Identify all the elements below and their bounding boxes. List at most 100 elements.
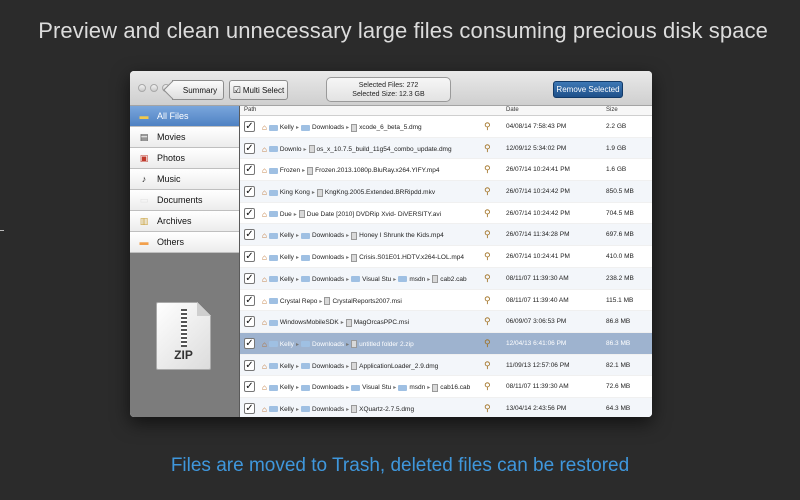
folder-icon [351, 384, 361, 391]
reveal-magnifier-icon[interactable]: ⚲ [484, 403, 491, 414]
row-checkbox[interactable]: ✓ [244, 272, 255, 284]
path-segment: Downloads [300, 232, 344, 239]
row-checkbox[interactable]: ✓ [244, 121, 255, 132]
table-row[interactable]: ✓ ⌂ Due ▸ Due Date [2010] DVDRip Xvid- DiVER… [240, 203, 652, 225]
segment-label: Downloads [311, 124, 345, 131]
reveal-magnifier-icon[interactable]: ⚲ [484, 295, 491, 306]
segment-label: MagOrcasPPC.msi [353, 319, 410, 327]
path-segment: Downloads [300, 384, 344, 391]
home-icon: ⌂ [262, 188, 267, 198]
sidebar-item-all-files[interactable]: ▬ All Files [130, 106, 239, 127]
file-icon [351, 231, 358, 240]
summary-button[interactable]: Summary [172, 80, 224, 100]
folder-icon [268, 276, 278, 283]
row-checkbox[interactable]: ✓ [244, 207, 255, 219]
reveal-magnifier-icon[interactable]: ⚲ [484, 121, 491, 132]
segment-label: Kelly [279, 340, 294, 348]
table-row[interactable]: ✓ ⌂ Kelly ▸ Downloads ▸ Honey I Shrunk the Kid… [240, 224, 652, 247]
home-icon: ⌂ [262, 339, 267, 349]
row-checkbox[interactable]: ✓ [244, 164, 255, 176]
row-date: 12/09/12 5:34:02 PM [506, 144, 567, 152]
row-checkbox[interactable]: ✓ [244, 294, 255, 306]
path-separator-icon: ▸ [311, 190, 315, 197]
reveal-magnifier-icon[interactable]: ⚲ [484, 360, 491, 371]
folder-icon: ▬ [139, 111, 149, 121]
row-checkbox[interactable]: ✓ [244, 381, 255, 393]
row-size: 86.8 MB [606, 318, 631, 326]
path-segment: Kelly [268, 232, 294, 239]
table-row[interactable]: ✓ ⌂ Kelly ▸ Downloads ▸ Crisis.S01E01.HDTV.x26… [240, 246, 652, 268]
path-separator-icon: ▸ [340, 320, 344, 327]
remove-selected-button[interactable]: Remove Selected [553, 81, 623, 98]
reveal-magnifier-icon[interactable]: ⚲ [484, 164, 491, 175]
sidebar-item-archives[interactable]: ▥ Archives [130, 211, 239, 232]
column-date[interactable]: Date [506, 107, 519, 113]
row-checkbox[interactable]: ✓ [244, 359, 255, 371]
document-icon: ▭ [139, 194, 149, 205]
file-icon [324, 297, 331, 305]
reveal-magnifier-icon[interactable]: ⚲ [484, 251, 491, 262]
headline: Preview and clean unnecessary large file… [38, 18, 768, 43]
sidebar-item-others[interactable]: ▬ Others [130, 232, 239, 253]
file-icon [307, 166, 314, 175]
sidebar-item-documents[interactable]: ▭ Documents [130, 190, 239, 211]
folder-icon: ▬ [139, 237, 149, 247]
checkmark-icon: ☑ [232, 84, 241, 95]
row-size: 72.6 MB [606, 383, 631, 391]
table-row[interactable]: ✓ ⌂ King Kong ▸ KngKng.2005.Extended.BRRipdd… [240, 181, 652, 203]
column-path[interactable]: Path [244, 107, 256, 113]
row-checkbox[interactable]: ✓ [244, 251, 255, 263]
table-row[interactable]: ✓ ⌂ Downlo ▸ os_x_10.7.5_build_11g54_combo_u… [240, 137, 652, 160]
row-path: ⌂ Kelly ▸ Downloads ▸ Visual Stu ▸ msdn ▸ cab2.ca… [262, 275, 467, 284]
row-checkbox[interactable]: ✓ [244, 337, 255, 349]
reveal-magnifier-icon[interactable]: ⚲ [484, 143, 491, 154]
home-icon: ⌂ [262, 253, 267, 263]
folder-icon [351, 276, 361, 283]
row-checkbox[interactable]: ✓ [244, 229, 255, 241]
reveal-magnifier-icon[interactable]: ⚲ [484, 338, 491, 349]
table-row[interactable]: ✓ ⌂ Crystal Repo ▸ CrystalReports2007.msi ⚲ 08… [240, 290, 652, 312]
reveal-magnifier-icon[interactable]: ⚲ [484, 381, 491, 392]
table-row[interactable]: ✓ ⌂ Kelly ▸ Downloads ▸ xcode_6_beta_5.dmg ⚲ 04/… [240, 116, 652, 138]
table-row[interactable]: ✓ ⌂ WindowsMobileSDK ▸ MagOrcasPPC.msi ⚲ 06/09… [240, 311, 652, 333]
summary-button-label: Summary [182, 85, 218, 95]
row-checkbox[interactable]: ✓ [244, 142, 255, 154]
path-segment: Kelly [268, 276, 294, 283]
table-row[interactable]: ✓ ⌂ Kelly ▸ Downloads ▸ ApplicationLoader_2.9.… [240, 354, 652, 377]
table-row[interactable]: ✓ ⌂ Kelly ▸ Downloads ▸ Visual Stu ▸ msdn ▸ cab16.… [240, 376, 652, 398]
row-path: ⌂ Due ▸ Due Date [2010] DVDRip Xvid- DiVERS… [262, 210, 441, 219]
table-row[interactable]: ✓ ⌂ Kelly ▸ Downloads ▸ Visual Stu ▸ msdn ▸ cab2.c… [240, 267, 652, 290]
reveal-magnifier-icon[interactable]: ⚲ [484, 273, 491, 284]
table-row[interactable]: ✓ ⌂ Frozen ▸ Frozen.2013.1080p.BluRay.x264.Y… [240, 159, 652, 182]
path-separator-icon: ▸ [295, 363, 299, 370]
path-separator-icon: ▸ [319, 298, 323, 305]
sidebar-item-photos[interactable]: ▣ Photos [130, 148, 239, 169]
reveal-magnifier-icon[interactable]: ⚲ [484, 316, 491, 327]
column-size[interactable]: Size [606, 107, 618, 113]
minimize-window-button[interactable] [150, 84, 158, 92]
reveal-magnifier-icon[interactable]: ⚲ [484, 208, 491, 219]
path-separator-icon: ▸ [295, 276, 299, 283]
close-window-button[interactable] [138, 84, 146, 92]
row-size: 850.5 MB [606, 188, 634, 196]
sidebar-item-label: Others [157, 237, 185, 247]
segment-label: untitled folder 2.zip [359, 340, 414, 348]
multi-select-button[interactable]: ☑ Multi Select [229, 80, 288, 100]
sidebar-item-movies[interactable]: ▤ Movies [130, 127, 239, 148]
segment-label: msdn [409, 384, 426, 392]
reveal-magnifier-icon[interactable]: ⚲ [484, 229, 491, 240]
file-name: MagOrcasPPC.msi [345, 318, 410, 327]
folder-icon [268, 406, 278, 413]
row-checkbox[interactable]: ✓ [244, 316, 255, 328]
sidebar-item-music[interactable]: ♪ Music [130, 169, 239, 190]
reveal-magnifier-icon[interactable]: ⚲ [484, 186, 491, 197]
row-checkbox[interactable]: ✓ [244, 186, 255, 198]
table-row[interactable]: ✓ ⌂ Kelly ▸ Downloads ▸ untitled folder 2.zip ⚲… [240, 332, 652, 355]
file-name: ApplicationLoader_2.9.dmg [351, 362, 438, 371]
sidebar-item-label: All Files [157, 111, 189, 121]
row-checkbox[interactable]: ✓ [244, 402, 255, 414]
segment-label: Downloads [311, 254, 345, 262]
path-separator-icon: ▸ [295, 406, 299, 413]
path-segment: Downloads [300, 363, 344, 370]
table-row[interactable]: ✓ ⌂ Kelly ▸ Downloads ▸ XQuartz-2.7.5.dmg ⚲ 13/0… [240, 397, 652, 417]
